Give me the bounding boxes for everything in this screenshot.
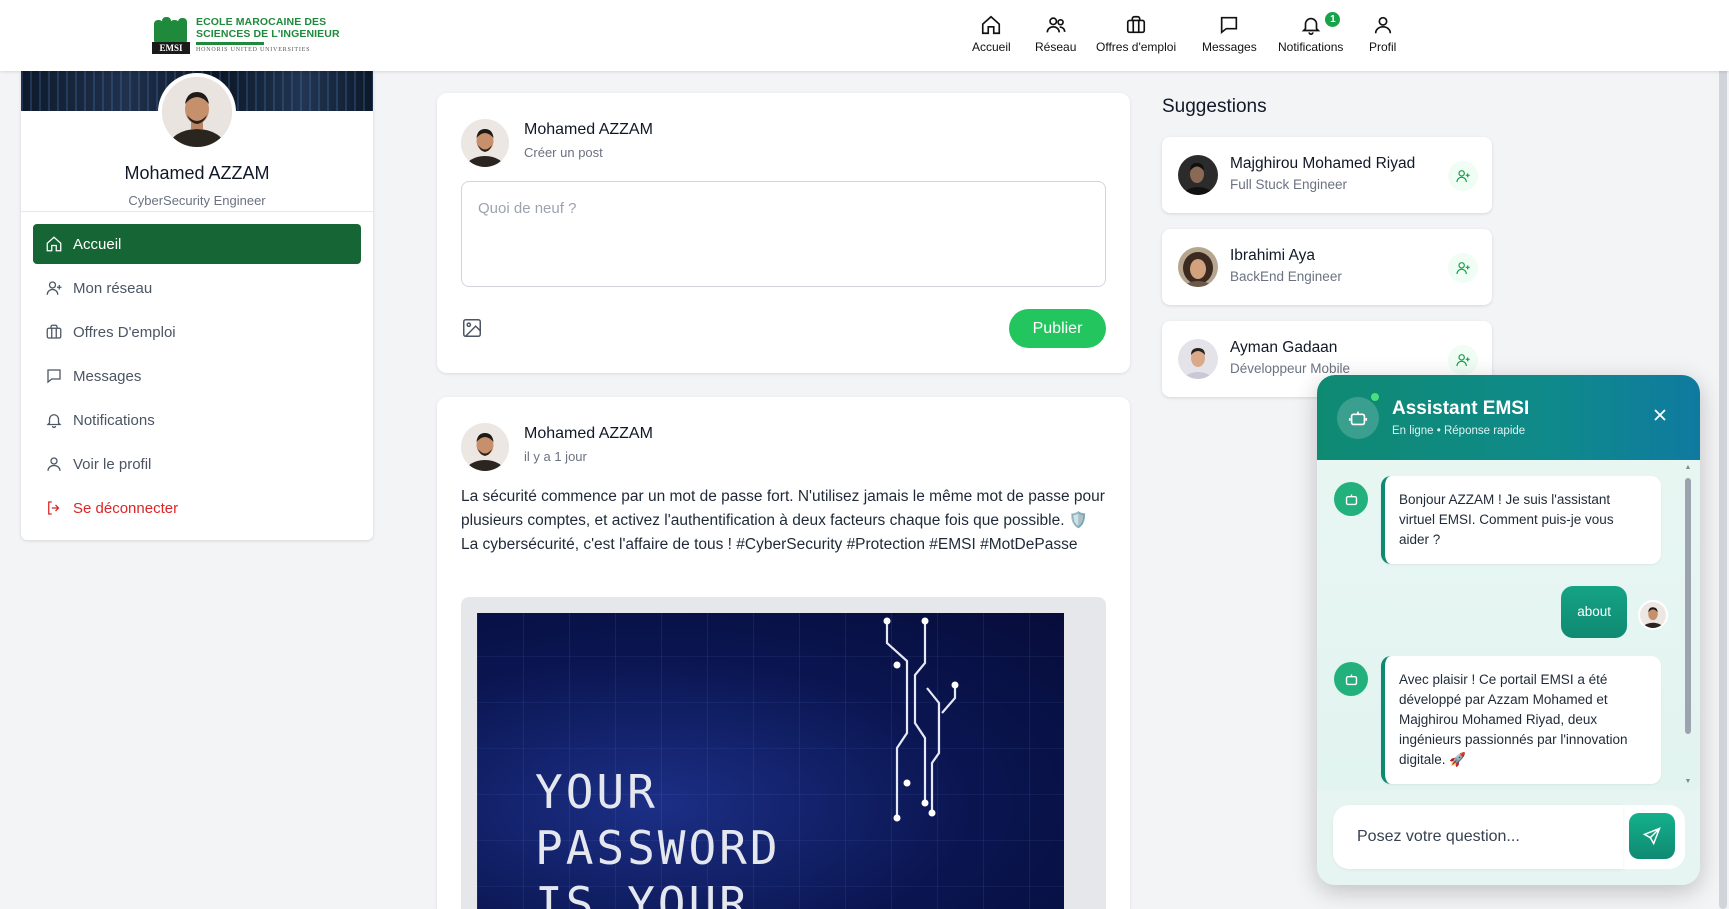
- post-author-name[interactable]: Mohamed AZZAM: [524, 425, 653, 443]
- user-plus-icon: [1456, 354, 1470, 367]
- profile-card: Mohamed AZZAM CyberSecurity Engineer Acc…: [21, 71, 373, 540]
- briefcase-icon: [46, 324, 62, 339]
- profile-role: CyberSecurity Engineer: [128, 193, 266, 208]
- connect-button[interactable]: [1448, 345, 1478, 375]
- bot-message: Bonjour AZZAM ! Je suis l'assistant virt…: [1381, 476, 1661, 564]
- nav-profil[interactable]: Profil: [1369, 14, 1396, 54]
- user-icon: [1374, 16, 1391, 34]
- bot-message-icon: [1334, 662, 1368, 696]
- message-icon: [1221, 16, 1238, 35]
- close-chat-button[interactable]: [1650, 405, 1672, 427]
- sidebar-item-logout[interactable]: Se déconnecter: [33, 488, 361, 528]
- suggestion-avatar[interactable]: [1178, 155, 1218, 195]
- page-scrollbar[interactable]: [1717, 0, 1729, 909]
- robot-icon: [1345, 674, 1357, 685]
- online-indicator: [1369, 391, 1381, 403]
- composer-avatar[interactable]: [461, 119, 509, 167]
- nav-offres-emploi[interactable]: Offres d'emploi: [1096, 14, 1176, 54]
- post-image-container[interactable]: YOUR PASSWORD IS YOUR: [461, 597, 1106, 909]
- sidebar-menu: Accueil Mon réseau Offres D'emploi Messa…: [33, 224, 361, 532]
- bot-avatar: [1337, 397, 1379, 439]
- bell-icon: [46, 414, 62, 429]
- profile-avatar[interactable]: [158, 73, 236, 151]
- feed-post-card: Mohamed AZZAM il y a 1 jour La sécurité …: [437, 397, 1130, 909]
- connect-button[interactable]: [1448, 253, 1478, 283]
- composer-author[interactable]: Mohamed AZZAM: [524, 121, 653, 139]
- emsi-logo-mark: EMSI: [152, 14, 190, 54]
- sidebar-item-offres-emploi[interactable]: Offres D'emploi: [33, 312, 361, 352]
- chat-question-input[interactable]: [1333, 805, 1623, 869]
- user-message-avatar: [1638, 600, 1668, 630]
- sidebar-item-messages[interactable]: Messages: [33, 356, 361, 396]
- chat-input-area: [1317, 790, 1700, 885]
- home-icon: [982, 15, 1001, 35]
- user-plus-icon: [46, 281, 62, 295]
- users-icon: [1046, 17, 1066, 33]
- nav-notifications[interactable]: 1 Notifications: [1278, 12, 1343, 54]
- logout-icon: [48, 501, 60, 515]
- post-composer-card: Mohamed AZZAM Créer un post Publier: [437, 93, 1130, 373]
- message-icon: [47, 369, 61, 384]
- composer-subtitle: Créer un post: [524, 145, 603, 160]
- close-icon: [1654, 409, 1666, 421]
- image-text-line-3: IS YOUR: [535, 877, 750, 909]
- bot-message: Avec plaisir ! Ce portail EMSI a été dév…: [1381, 656, 1661, 784]
- sidebar-item-notifications[interactable]: Notifications: [33, 400, 361, 440]
- chat-status: En ligne • Réponse rapide: [1392, 425, 1526, 437]
- post-timestamp: il y a 1 jour: [524, 449, 587, 464]
- post-body-text: La sécurité commence par un mot de passe…: [461, 488, 1105, 553]
- robot-icon: [1348, 411, 1368, 426]
- suggestion-name[interactable]: Ayman Gadaan: [1230, 339, 1337, 357]
- user-message: about: [1561, 586, 1627, 638]
- profile-name[interactable]: Mohamed AZZAM: [21, 163, 373, 184]
- publish-button[interactable]: Publier: [1009, 309, 1106, 348]
- logo-line-1: ECOLE MAROCAINE DES: [196, 15, 327, 28]
- top-navbar: EMSI ECOLE MAROCAINE DES SCIENCES DE L'I…: [0, 0, 1729, 71]
- chat-title: Assistant EMSI: [1392, 398, 1530, 419]
- robot-icon: [1345, 494, 1357, 505]
- suggestion-name[interactable]: Ibrahimi Aya: [1230, 247, 1315, 265]
- sidebar-item-mon-reseau[interactable]: Mon réseau: [33, 268, 361, 308]
- post-author-avatar[interactable]: [461, 423, 509, 471]
- suggestion-avatar[interactable]: [1178, 247, 1218, 287]
- logo-line-2: SCIENCES DE L'INGENIEUR: [196, 27, 340, 40]
- logo-subtitle: HONORIS UNITED UNIVERSITIES: [196, 46, 311, 53]
- post-image: YOUR PASSWORD IS YOUR: [477, 613, 1064, 909]
- nav-reseau[interactable]: Réseau: [1035, 14, 1076, 54]
- add-image-button[interactable]: [461, 317, 485, 341]
- sidebar-item-voir-profil[interactable]: Voir le profil: [33, 444, 361, 484]
- notification-badge: 1: [1325, 12, 1341, 27]
- image-text-line-2: PASSWORD: [535, 821, 781, 875]
- suggestion-avatar[interactable]: [1178, 339, 1218, 379]
- chat-assistant-widget: Assistant EMSI En ligne • Réponse rapide…: [1317, 375, 1700, 885]
- chat-scrollbar[interactable]: ▲ ▼: [1684, 464, 1692, 786]
- nav-messages[interactable]: Messages: [1202, 14, 1257, 54]
- suggestions-title: Suggestions: [1162, 96, 1267, 117]
- chat-header: Assistant EMSI En ligne • Réponse rapide: [1317, 375, 1700, 460]
- nav-accueil[interactable]: Accueil: [972, 14, 1011, 54]
- connect-button[interactable]: [1448, 161, 1478, 191]
- suggestion-card[interactable]: Majghirou Mohamed Riyad Full Stuck Engin…: [1162, 137, 1492, 213]
- user-plus-icon: [1456, 170, 1470, 183]
- bot-message-icon: [1334, 482, 1368, 516]
- image-icon: [463, 319, 481, 337]
- user-icon: [47, 457, 61, 471]
- sidebar-item-accueil[interactable]: Accueil: [33, 224, 361, 264]
- image-text-line-1: YOUR: [535, 765, 658, 819]
- suggestion-card[interactable]: Ibrahimi Aya BackEnd Engineer: [1162, 229, 1492, 305]
- send-icon: [1642, 827, 1661, 846]
- suggestion-name[interactable]: Majghirou Mohamed Riyad: [1230, 155, 1415, 173]
- user-plus-icon: [1456, 262, 1470, 275]
- bell-icon: [1301, 17, 1321, 35]
- emsi-logo[interactable]: EMSI ECOLE MAROCAINE DES SCIENCES DE L'I…: [152, 14, 340, 54]
- suggestion-role: BackEnd Engineer: [1230, 269, 1342, 284]
- send-message-button[interactable]: [1629, 813, 1675, 859]
- chat-messages[interactable]: Bonjour AZZAM ! Je suis l'assistant virt…: [1317, 460, 1700, 790]
- post-text-input[interactable]: [461, 181, 1106, 287]
- briefcase-icon: [1126, 15, 1146, 34]
- suggestion-role: Développeur Mobile: [1230, 361, 1351, 376]
- suggestion-role: Full Stuck Engineer: [1230, 177, 1348, 192]
- home-icon: [46, 236, 62, 252]
